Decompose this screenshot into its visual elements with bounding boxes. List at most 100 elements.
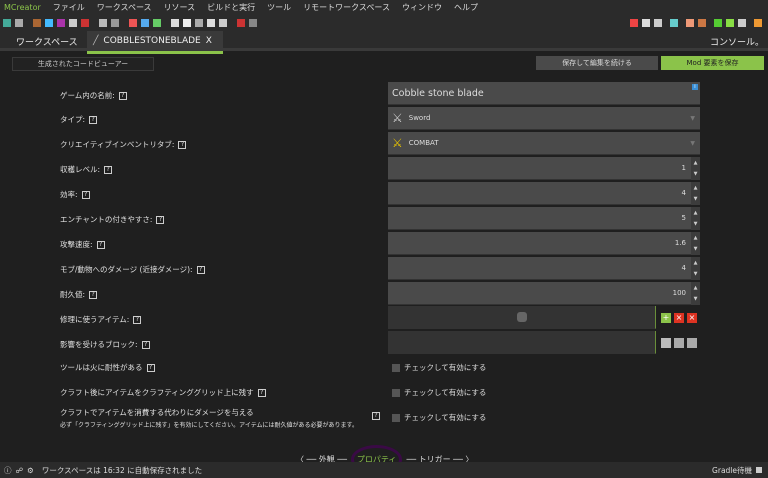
gear-icon[interactable] xyxy=(207,18,215,27)
value: 1 xyxy=(681,164,686,172)
model-icon[interactable] xyxy=(171,18,179,27)
gradle-stop-icon[interactable] xyxy=(756,467,762,473)
help-icon[interactable]: ? xyxy=(178,140,187,149)
menu-file[interactable]: ファイル xyxy=(53,2,85,13)
sound-icon[interactable] xyxy=(183,18,191,27)
name-input[interactable]: Cobble stone blade i xyxy=(388,82,700,105)
help-icon[interactable]: ? xyxy=(257,388,266,397)
animation-icon[interactable] xyxy=(195,18,203,27)
menu-remote[interactable]: リモートワークスペース xyxy=(303,2,390,13)
tab-cobblestoneblade[interactable]: ╱ COBBLESTONEBLADE X xyxy=(87,31,223,54)
help-icon[interactable]: ? xyxy=(96,240,105,249)
spinner-arrows[interactable]: ▲ ▼ xyxy=(691,232,700,255)
lang-icon[interactable] xyxy=(249,18,257,27)
regenerate-icon[interactable] xyxy=(630,18,638,27)
status-bar: ⓘ ☍ ⚙ ワークスペースは 16:32 に自動保存されました Gradle待機 xyxy=(0,462,768,478)
add-icon[interactable]: + xyxy=(661,313,671,323)
add-icon[interactable] xyxy=(661,338,671,348)
help-icon[interactable]: ? xyxy=(89,115,98,124)
stay-in-grid-checkbox[interactable]: チェックして有効にする xyxy=(392,387,486,398)
menu-resources[interactable]: リソース xyxy=(164,2,196,13)
save-continue-button[interactable]: 保存して編集を続ける xyxy=(536,56,658,70)
enchantability-spinner[interactable]: 5 ▲ ▼ xyxy=(388,207,700,230)
variables-icon[interactable] xyxy=(237,18,245,27)
stop-icon[interactable] xyxy=(738,18,746,27)
remove-icon[interactable]: × xyxy=(674,313,684,323)
menu-help[interactable]: ヘルプ xyxy=(454,2,478,13)
block-icon[interactable] xyxy=(33,18,41,27)
import-icon[interactable] xyxy=(642,18,650,27)
item-icon[interactable] xyxy=(45,18,53,27)
help-icon[interactable]: ? xyxy=(156,215,165,224)
spinner-arrows[interactable]: ▲ ▼ xyxy=(691,157,700,180)
workspace-icon[interactable] xyxy=(3,18,11,27)
efficiency-spinner[interactable]: 4 ▲ ▼ xyxy=(388,182,700,205)
spinner-arrows[interactable]: ▲ ▼ xyxy=(691,182,700,205)
menu-workspace[interactable]: ワークスペース xyxy=(97,2,152,13)
close-tab-button[interactable]: X xyxy=(206,36,212,46)
help-icon[interactable]: ? xyxy=(118,91,127,100)
menu-mcreator[interactable]: MCreator xyxy=(4,3,41,12)
run-client-icon[interactable] xyxy=(714,18,722,27)
spinner-arrows[interactable]: ▲ ▼ xyxy=(691,207,700,230)
harvest-level-spinner[interactable]: 1 ▲ ▼ xyxy=(388,157,700,180)
help-icon[interactable]: ? xyxy=(89,290,98,299)
spinner-arrows[interactable]: ▲ ▼ xyxy=(691,282,700,305)
help-icon[interactable]: ? xyxy=(104,165,113,174)
paint-icon[interactable] xyxy=(219,18,227,27)
checkbox-box[interactable] xyxy=(392,413,400,422)
label-text: 効率: xyxy=(60,190,78,199)
remove-all-icon[interactable] xyxy=(687,338,697,348)
repair-items-label: 修理に使うアイテム:? xyxy=(60,314,142,325)
menu-build[interactable]: ビルドと実行 xyxy=(207,2,255,13)
potion-icon[interactable] xyxy=(57,18,65,27)
recipe-icon[interactable] xyxy=(99,18,107,27)
spinner-arrows[interactable]: ▲ ▼ xyxy=(691,257,700,280)
remove-all-icon[interactable]: × xyxy=(687,313,697,323)
help-icon[interactable]: ? xyxy=(141,340,150,349)
attack-speed-spinner[interactable]: 1.6 ▲ ▼ xyxy=(388,232,700,255)
console-tab[interactable]: コンソール。 xyxy=(710,31,764,51)
run-server-icon[interactable] xyxy=(726,18,734,27)
help-icon[interactable]: ? xyxy=(196,265,205,274)
texture-icon[interactable] xyxy=(129,18,137,27)
menu-tools[interactable]: ツール xyxy=(267,2,291,13)
map-icon[interactable] xyxy=(15,18,23,27)
export-icon[interactable] xyxy=(654,18,662,27)
texture3-icon[interactable] xyxy=(153,18,161,27)
value: 5 xyxy=(681,214,686,222)
label-text: 攻撃速度: xyxy=(60,240,93,249)
structure-icon[interactable] xyxy=(111,18,119,27)
armor-icon[interactable] xyxy=(69,18,77,27)
remove-icon[interactable] xyxy=(674,338,684,348)
checkbox-box[interactable] xyxy=(392,388,400,397)
settings-icon[interactable] xyxy=(670,18,678,27)
help-icon[interactable]: ? xyxy=(133,315,142,324)
help-icon[interactable]: ? xyxy=(81,190,90,199)
gear-icon[interactable]: ⚙ xyxy=(27,466,34,475)
tab-workspace[interactable]: ワークスペース xyxy=(16,31,78,51)
type-select[interactable]: ⚔ Sword ▼ xyxy=(388,107,700,130)
tool-icon[interactable] xyxy=(81,18,89,27)
label-text: クラフトでアイテムを消費する代わりにダメージを与える xyxy=(60,408,254,417)
damage-on-craft-checkbox[interactable]: チェックして有効にする xyxy=(392,412,486,423)
menu-bar: MCreator ファイル ワークスペース リソース ビルドと実行 ツール リモ… xyxy=(0,0,768,14)
export-mod-icon[interactable] xyxy=(754,18,762,27)
texture2-icon[interactable] xyxy=(141,18,149,27)
repair-items-list[interactable] xyxy=(388,306,656,329)
help-icon[interactable]: ? xyxy=(372,412,380,420)
hammer-icon[interactable] xyxy=(698,18,706,27)
build-icon[interactable] xyxy=(686,18,694,27)
damage-spinner[interactable]: 4 ▲ ▼ xyxy=(388,257,700,280)
durability-spinner[interactable]: 100 ▲ ▼ xyxy=(388,282,700,305)
code-viewer-button[interactable]: 生成されたコードビューアー xyxy=(12,57,154,71)
info-icon[interactable]: ⓘ xyxy=(4,465,12,476)
blocks-affected-list[interactable] xyxy=(388,331,656,354)
fire-resistant-checkbox[interactable]: チェックして有効にする xyxy=(392,362,486,373)
creative-tab-select[interactable]: ⚔ COMBAT ▼ xyxy=(388,132,700,155)
network-icon[interactable]: ☍ xyxy=(16,466,24,475)
help-icon[interactable]: ? xyxy=(146,363,155,372)
save-mod-button[interactable]: Mod 要素を保存 xyxy=(661,56,764,70)
menu-window[interactable]: ウィンドウ xyxy=(402,2,442,13)
checkbox-box[interactable] xyxy=(392,363,400,372)
